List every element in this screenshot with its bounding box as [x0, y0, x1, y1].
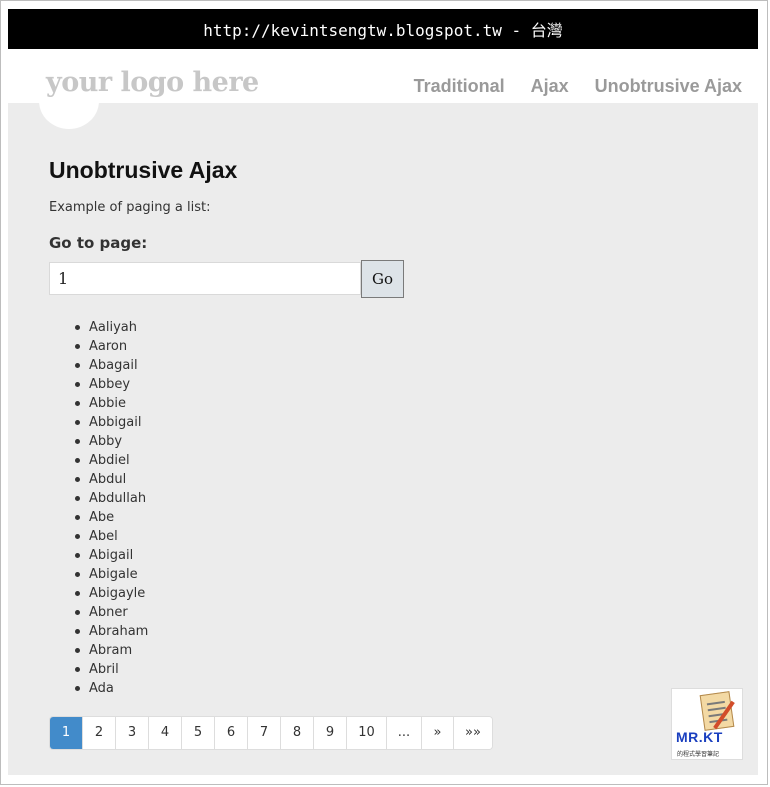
list-item: Abigale: [72, 565, 148, 584]
list-item: Abril: [72, 660, 148, 679]
main-content: Unobtrusive Ajax Example of paging a lis…: [8, 103, 758, 775]
list-item: Abe: [72, 508, 148, 527]
page-link-1[interactable]: 1: [50, 717, 83, 749]
page-link-ellipsis[interactable]: ...: [387, 717, 422, 749]
list-item: Abbie: [72, 394, 148, 413]
page-link-9[interactable]: 9: [314, 717, 347, 749]
pagination: 1 2 3 4 5 6 7 8 9 10 ... » »»: [49, 716, 493, 750]
page-link-last[interactable]: »»: [454, 717, 492, 749]
list-item: Abby: [72, 432, 148, 451]
page-link-7[interactable]: 7: [248, 717, 281, 749]
list-item: Abdiel: [72, 451, 148, 470]
watermark-subtitle: 的程式學習筆記: [677, 751, 720, 758]
list-item: Ada: [72, 679, 148, 698]
list-item: Abigail: [72, 546, 148, 565]
watermark-brand: MR.KT: [676, 729, 723, 745]
goto-page-label: Go to page:: [49, 234, 148, 252]
url-banner-text: http://kevintsengtw.blogspot.tw - 台灣: [203, 21, 563, 40]
list-item: Abdul: [72, 470, 148, 489]
main-nav: Traditional Ajax Unobtrusive Ajax: [414, 76, 742, 97]
go-button[interactable]: Go: [361, 260, 404, 298]
page-title: Unobtrusive Ajax: [49, 157, 238, 183]
list-item: Abram: [72, 641, 148, 660]
list-item: Aaron: [72, 337, 148, 356]
names-list: Aaliyah Aaron Abagail Abbey Abbie Abbiga…: [72, 318, 148, 698]
list-item: Abraham: [72, 622, 148, 641]
list-item: Abbigail: [72, 413, 148, 432]
list-item: Abel: [72, 527, 148, 546]
nav-unobtrusive-ajax[interactable]: Unobtrusive Ajax: [595, 76, 742, 97]
page-link-6[interactable]: 6: [215, 717, 248, 749]
list-item: Abigayle: [72, 584, 148, 603]
url-banner: http://kevintsengtw.blogspot.tw - 台灣: [8, 9, 758, 49]
list-item: Abner: [72, 603, 148, 622]
site-header: your logo here Traditional Ajax Unobtrus…: [8, 49, 758, 103]
page-number-input[interactable]: [49, 262, 361, 295]
page-link-2[interactable]: 2: [83, 717, 116, 749]
mrkt-watermark-logo: MR.KT 的程式學習筆記: [671, 688, 743, 760]
page-link-3[interactable]: 3: [116, 717, 149, 749]
logo-circle-decoration: [39, 103, 99, 129]
list-item: Abbey: [72, 375, 148, 394]
list-item: Abagail: [72, 356, 148, 375]
page-link-8[interactable]: 8: [281, 717, 314, 749]
nav-ajax[interactable]: Ajax: [531, 76, 569, 97]
list-item: Aaliyah: [72, 318, 148, 337]
intro-text: Example of paging a list:: [49, 200, 211, 215]
page-link-4[interactable]: 4: [149, 717, 182, 749]
page-link-10[interactable]: 10: [347, 717, 387, 749]
page-link-next[interactable]: »: [422, 717, 454, 749]
site-logo[interactable]: your logo here: [46, 67, 259, 98]
nav-traditional[interactable]: Traditional: [414, 76, 505, 97]
list-item: Abdullah: [72, 489, 148, 508]
page-link-5[interactable]: 5: [182, 717, 215, 749]
